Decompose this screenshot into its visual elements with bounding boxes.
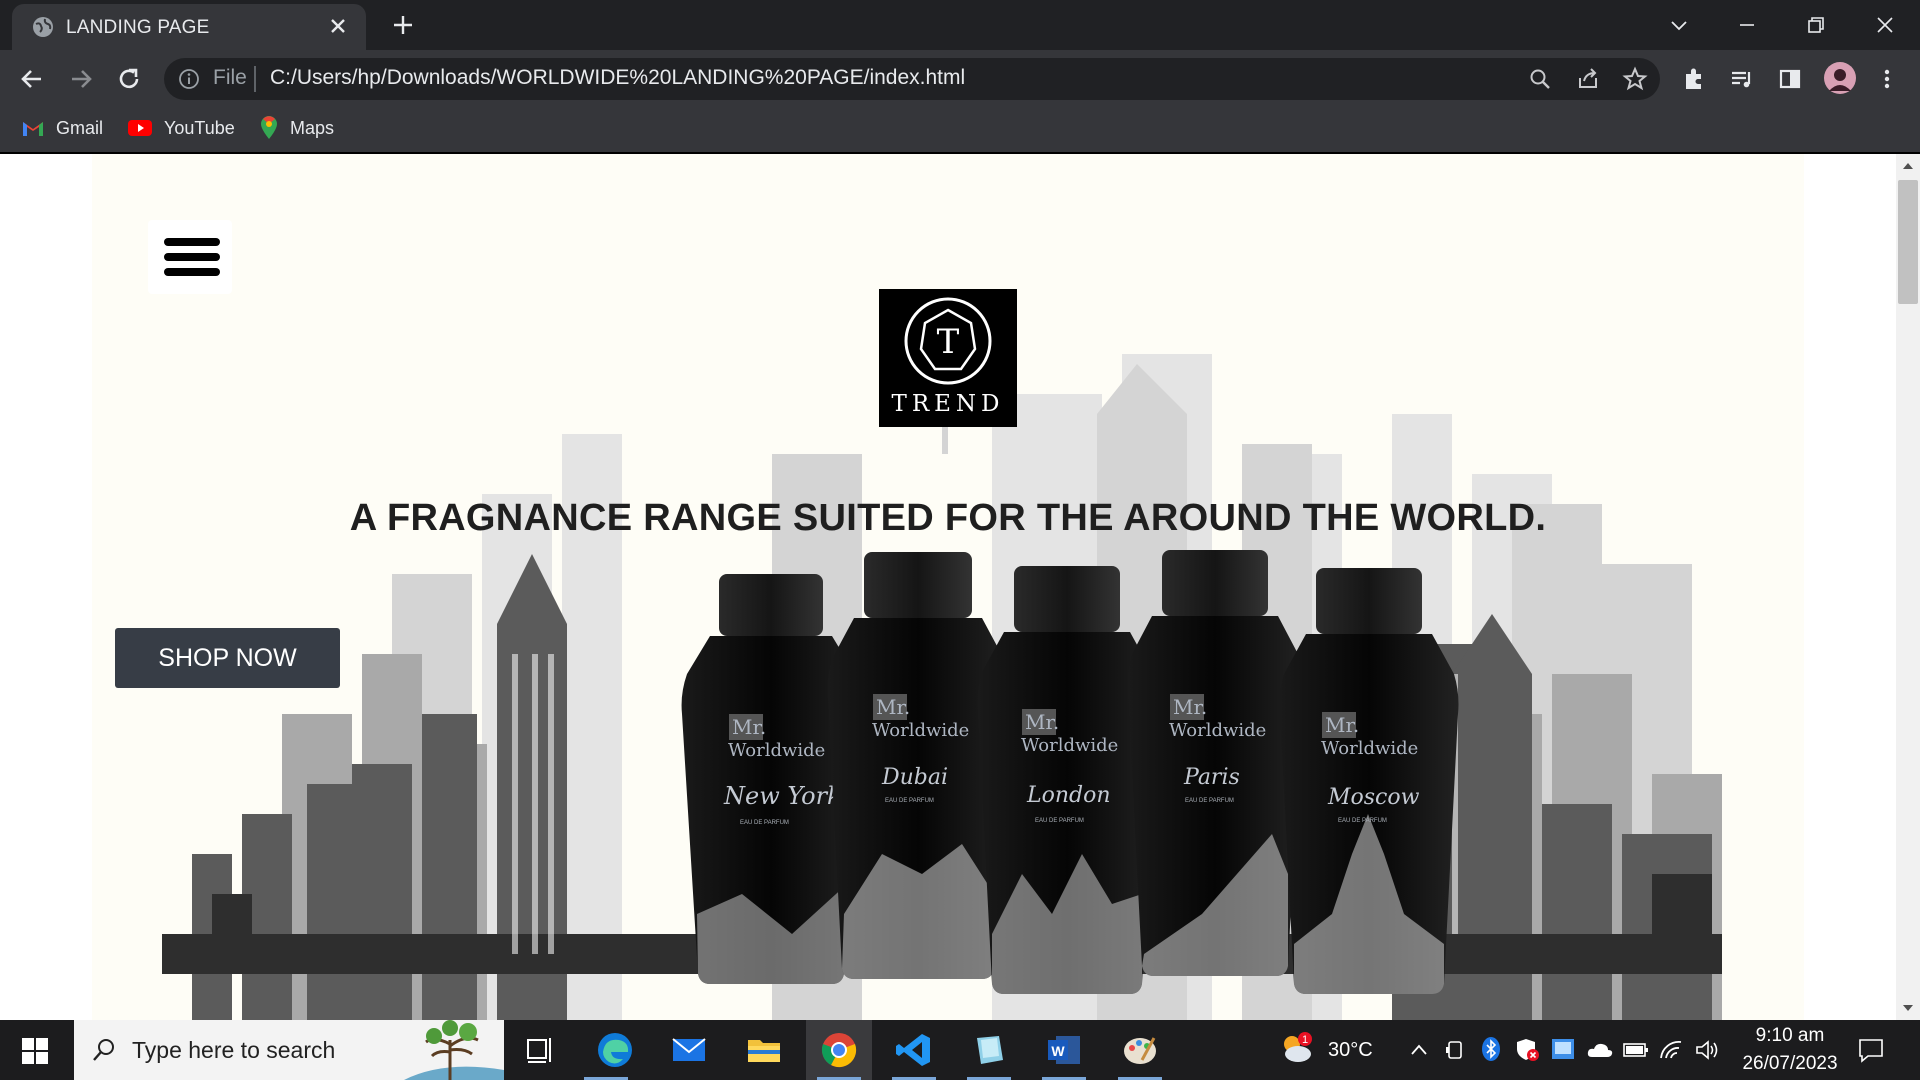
taskbar-search-placeholder: Type here to search <box>132 1037 336 1063</box>
bottle-brand-line1: Mr. <box>1173 695 1207 719</box>
hero-section: T TREND A FRAGNANCE RANGE SUITED FOR THE… <box>92 154 1804 1020</box>
bottle-sub: EAU DE PARFUM <box>740 820 789 826</box>
weather-badge: 1 <box>1302 1034 1308 1046</box>
onedrive-cloud-icon[interactable] <box>1586 1040 1614 1060</box>
bottle-city: Paris <box>1183 765 1240 790</box>
share-icon[interactable] <box>1574 65 1602 93</box>
bottle-moscow: Mr. Worldwide Moscow EAU DE PARFUM <box>1279 568 1459 994</box>
windows-start-icon[interactable] <box>22 1038 48 1064</box>
bottle-city: Dubai <box>881 765 948 790</box>
chrome-menu-icon[interactable] <box>1873 65 1901 93</box>
notes-icon[interactable] <box>969 1030 1009 1070</box>
extensions-icon[interactable] <box>1680 65 1708 93</box>
bottle-brand-line1: Mr. <box>876 695 910 719</box>
weather-temperature[interactable]: 30°C <box>1328 1039 1373 1062</box>
bottle-brand-line2: Worldwide <box>728 740 825 761</box>
bottle-sub: EAU DE PARFUM <box>885 798 934 804</box>
reload-icon[interactable] <box>114 64 144 94</box>
wifi-icon[interactable] <box>1658 1038 1684 1062</box>
side-panel-icon[interactable] <box>1776 65 1804 93</box>
bottle-brand-line2: Worldwide <box>1021 735 1118 756</box>
mail-icon[interactable] <box>669 1030 709 1070</box>
restore-icon[interactable] <box>1803 12 1829 38</box>
weather-icon[interactable]: 1 <box>1278 1030 1314 1066</box>
minimize-icon[interactable] <box>1734 12 1760 38</box>
bottle-london: Mr. Worldwide London EAU DE PARFUM <box>977 566 1157 994</box>
paint-icon[interactable] <box>1120 1030 1160 1070</box>
browser-tab[interactable]: LANDING PAGE <box>12 4 366 50</box>
bookmark-youtube[interactable]: YouTube <box>128 114 235 142</box>
notification-center-icon[interactable] <box>1856 1036 1886 1064</box>
search-icon <box>93 1039 114 1061</box>
chrome-icon[interactable] <box>819 1030 859 1070</box>
omnibox-file-label: File <box>213 66 247 89</box>
svg-text:W: W <box>1051 1043 1065 1059</box>
globe-icon <box>33 17 53 37</box>
clock-time[interactable]: 9:10 am <box>1750 1025 1830 1047</box>
show-hidden-icons-chevron-icon[interactable] <box>1408 1040 1430 1060</box>
bookmark-maps[interactable]: Maps <box>260 114 334 142</box>
scroll-down-icon[interactable] <box>1900 1002 1916 1014</box>
close-tab-icon[interactable] <box>326 14 350 38</box>
profile-avatar[interactable] <box>1823 61 1857 95</box>
scroll-thumb[interactable] <box>1898 180 1918 304</box>
bottle-sub: EAU DE PARFUM <box>1035 818 1084 824</box>
bottle-brand-line1: Mr. <box>732 715 766 739</box>
vscode-icon[interactable] <box>894 1030 934 1070</box>
zoom-search-icon[interactable] <box>1526 65 1554 93</box>
bluetooth-icon[interactable] <box>1480 1036 1502 1062</box>
device-icon[interactable] <box>1444 1038 1466 1062</box>
edge-icon[interactable] <box>595 1030 635 1070</box>
clock-date[interactable]: 26/07/2023 <box>1734 1053 1846 1075</box>
bookmark-label: YouTube <box>164 117 235 138</box>
info-icon[interactable] <box>178 68 200 90</box>
forward-icon[interactable] <box>66 64 96 94</box>
back-icon[interactable] <box>17 64 47 94</box>
bottle-brand-line1: Mr. <box>1325 713 1359 737</box>
battery-icon[interactable] <box>1622 1040 1650 1060</box>
page-viewport: T TREND A FRAGNANCE RANGE SUITED FOR THE… <box>0 154 1896 1020</box>
word-icon[interactable]: W <box>1044 1030 1084 1070</box>
bottle-city: London <box>1026 783 1111 808</box>
url-text[interactable]: C:/Users/hp/Downloads/WORLDWIDE%20LANDIN… <box>270 66 965 90</box>
bookmark-gmail[interactable]: Gmail <box>22 114 103 142</box>
bookmark-star-icon[interactable] <box>1621 65 1649 93</box>
scroll-up-icon[interactable] <box>1900 160 1916 172</box>
close-window-icon[interactable] <box>1872 12 1898 38</box>
maps-icon <box>261 116 277 139</box>
tab-title: LANDING PAGE <box>66 17 210 38</box>
perfume-bottles-image: Mr. Worldwide New York EAU DE PARFUM Mr.… <box>681 550 1459 994</box>
bottle-paris: Mr. Worldwide Paris EAU DE PARFUM <box>1127 550 1303 976</box>
omnibox-separator <box>254 66 256 92</box>
network-app-icon[interactable] <box>1550 1036 1576 1062</box>
bottle-brand-line1: Mr. <box>1025 710 1059 734</box>
bottle-city: New York <box>723 782 842 810</box>
bottle-sub: EAU DE PARFUM <box>1185 798 1234 804</box>
volume-icon[interactable] <box>1694 1038 1720 1062</box>
gmail-icon <box>23 122 43 136</box>
bookmark-label: Gmail <box>56 117 104 138</box>
bottle-sub: EAU DE PARFUM <box>1338 818 1387 824</box>
file-explorer-icon[interactable] <box>744 1030 784 1070</box>
security-shield-icon[interactable] <box>1514 1036 1540 1062</box>
youtube-icon <box>128 120 152 136</box>
bookmark-label: Maps <box>290 117 335 138</box>
bottle-brand-line2: Worldwide <box>872 720 969 741</box>
bottle-brand-line2: Worldwide <box>1321 738 1418 759</box>
task-view-icon[interactable] <box>520 1030 560 1070</box>
bottle-brand-line2: Worldwide <box>1169 720 1266 741</box>
search-highlight-image <box>404 1020 504 1080</box>
bottle-city: Moscow <box>1327 785 1420 810</box>
media-control-icon[interactable] <box>1728 65 1756 93</box>
tab-search-chevron-icon[interactable] <box>1666 12 1692 38</box>
new-tab-icon[interactable] <box>390 12 416 38</box>
